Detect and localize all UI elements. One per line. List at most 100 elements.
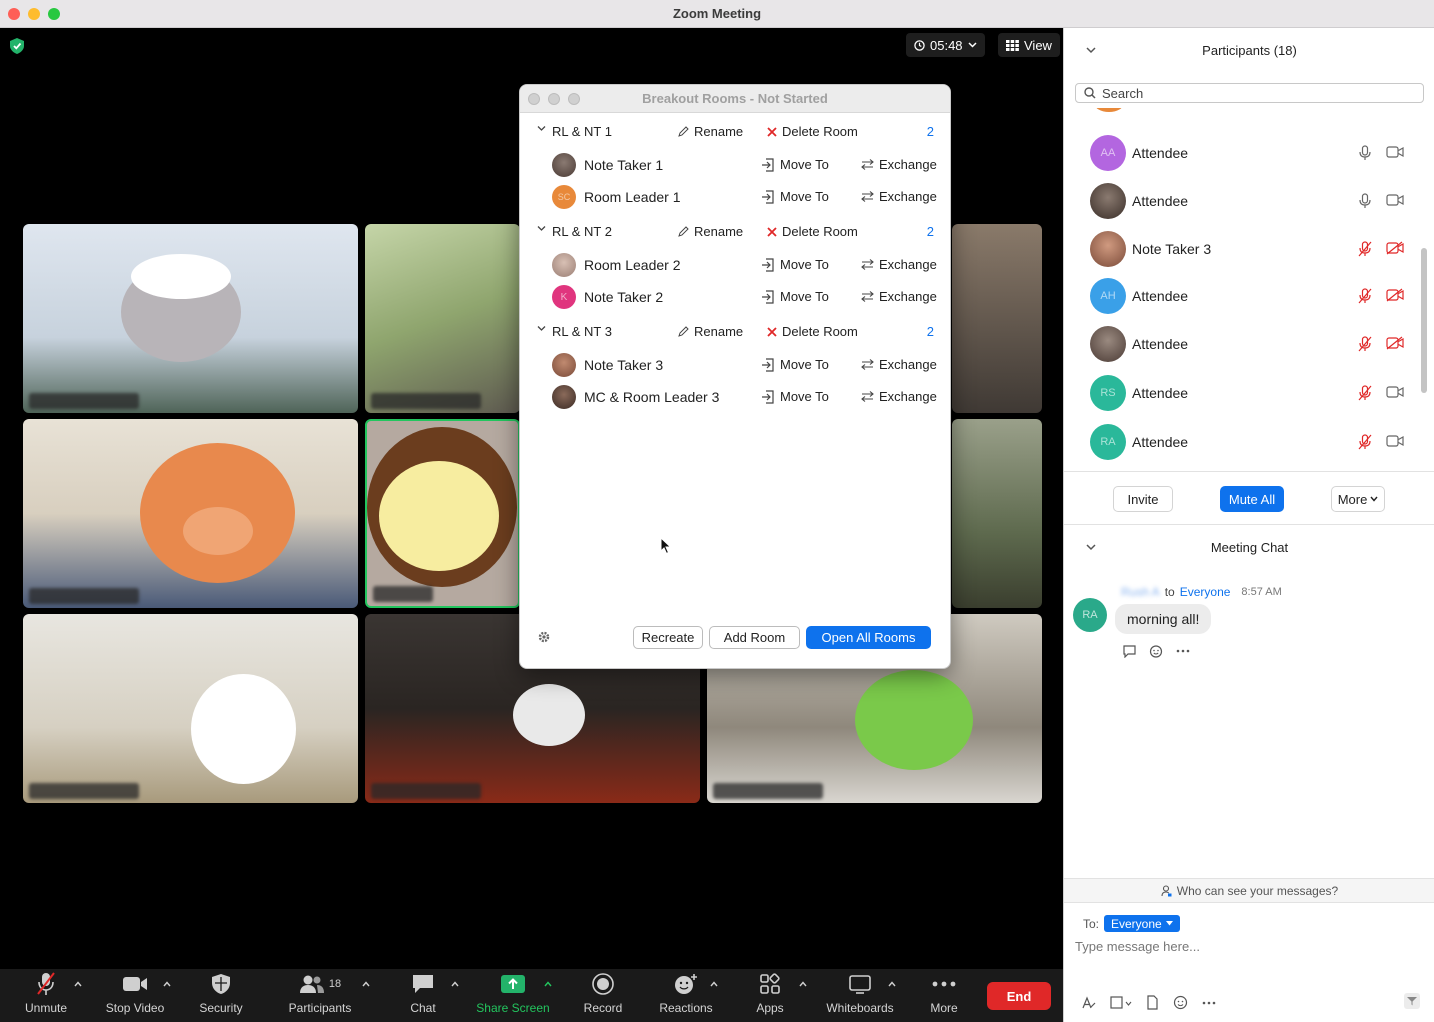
whiteboards-button[interactable]: Whiteboards: [822, 969, 898, 1022]
encryption-shield-icon[interactable]: [10, 38, 24, 54]
emoji-icon[interactable]: [1173, 995, 1188, 1010]
gear-icon[interactable]: [537, 630, 551, 644]
video-camera-off-icon[interactable]: [1386, 241, 1404, 255]
end-meeting-button[interactable]: End: [987, 982, 1051, 1010]
video-tile[interactable]: [952, 224, 1042, 413]
chevron-up-icon[interactable]: [362, 981, 370, 987]
exchange-button[interactable]: Exchange: [861, 157, 937, 172]
participant-row[interactable]: AA Attendee: [1064, 129, 1424, 177]
video-camera-icon[interactable]: [1386, 193, 1404, 207]
screenshot-icon[interactable]: [1110, 995, 1132, 1010]
microphone-muted-icon[interactable]: [1358, 288, 1372, 304]
chevron-up-icon[interactable]: [163, 981, 171, 987]
move-to-button[interactable]: Move To: [761, 357, 829, 372]
rename-room-button[interactable]: Rename: [678, 224, 743, 239]
format-text-icon[interactable]: [1081, 995, 1096, 1010]
share-screen-button[interactable]: Share Screen: [474, 969, 552, 1022]
video-tile[interactable]: [23, 419, 358, 608]
mute-all-button[interactable]: Mute All: [1220, 486, 1284, 512]
add-room-button[interactable]: Add Room: [709, 626, 800, 649]
chevron-down-icon[interactable]: [537, 224, 546, 233]
move-to-button[interactable]: Move To: [761, 289, 829, 304]
recreate-button[interactable]: Recreate: [633, 626, 703, 649]
chat-message-input[interactable]: Type message here...: [1075, 939, 1425, 961]
video-camera-icon[interactable]: [1386, 434, 1404, 448]
move-to-button[interactable]: Move To: [761, 257, 829, 272]
microphone-icon[interactable]: [1358, 145, 1372, 161]
add-reaction-icon[interactable]: [1149, 644, 1164, 658]
send-icon[interactable]: [1404, 993, 1420, 1009]
chevron-down-icon[interactable]: [537, 324, 546, 333]
delete-room-button[interactable]: Delete Room: [767, 324, 858, 339]
unmute-button[interactable]: Unmute: [22, 969, 70, 1022]
video-tile[interactable]: [365, 224, 520, 413]
participant-row[interactable]: AH Attendee: [1064, 272, 1424, 320]
move-to-button[interactable]: Move To: [761, 389, 829, 404]
microphone-icon[interactable]: [1358, 193, 1372, 209]
microphone-muted-icon[interactable]: [1358, 336, 1372, 352]
invite-button[interactable]: Invite: [1113, 486, 1173, 512]
participants-actions: Invite Mute All More: [1064, 471, 1434, 525]
participant-row[interactable]: RS Attendee: [1064, 369, 1424, 417]
rename-room-button[interactable]: Rename: [678, 124, 743, 139]
more-button[interactable]: More: [926, 969, 962, 1022]
chevron-up-icon[interactable]: [74, 981, 82, 987]
participant-row[interactable]: Attendee: [1064, 177, 1424, 225]
record-button[interactable]: Record: [580, 969, 626, 1022]
delete-room-button[interactable]: Delete Room: [767, 124, 858, 139]
record-icon: [592, 973, 614, 995]
video-camera-icon[interactable]: [1386, 385, 1404, 399]
who-can-see-messages-link[interactable]: Who can see your messages?: [1064, 878, 1434, 902]
chevron-down-icon[interactable]: [537, 124, 546, 133]
exchange-button[interactable]: Exchange: [861, 289, 937, 304]
chevron-up-icon[interactable]: [888, 981, 896, 987]
video-camera-icon[interactable]: [1386, 145, 1404, 159]
participants-scrollbar[interactable]: [1421, 248, 1427, 393]
move-to-button[interactable]: Move To: [761, 189, 829, 204]
breakout-room-header[interactable]: RL & NT 1 Rename Delete Room 2: [520, 115, 950, 147]
more-dots-icon[interactable]: [1202, 1001, 1216, 1005]
reply-icon[interactable]: [1122, 644, 1137, 658]
participants-more-button[interactable]: More: [1331, 486, 1385, 512]
exchange-button[interactable]: Exchange: [861, 257, 937, 272]
chevron-up-icon[interactable]: [710, 981, 718, 987]
view-button[interactable]: View: [998, 33, 1060, 57]
video-tile[interactable]: [952, 419, 1042, 608]
move-to-button[interactable]: Move To: [761, 157, 829, 172]
apps-button[interactable]: Apps: [752, 969, 788, 1022]
file-icon[interactable]: [1146, 995, 1159, 1010]
microphone-muted-icon[interactable]: [1358, 434, 1372, 450]
microphone-muted-icon[interactable]: [1358, 385, 1372, 401]
chevron-up-icon[interactable]: [799, 981, 807, 987]
video-camera-off-icon[interactable]: [1386, 288, 1404, 302]
active-speaker-video-tile[interactable]: [365, 419, 520, 608]
stop-video-button[interactable]: Stop Video: [101, 969, 169, 1022]
chat-recipient[interactable]: Everyone: [1180, 585, 1231, 599]
chevron-up-icon[interactable]: [451, 981, 459, 987]
chat-button[interactable]: Chat: [405, 969, 441, 1022]
participants-button[interactable]: 18 Participants: [284, 969, 356, 1022]
participant-row[interactable]: Note Taker 3: [1064, 225, 1424, 273]
chevron-up-icon[interactable]: [544, 981, 552, 987]
participant-row[interactable]: Attendee: [1064, 320, 1424, 368]
breakout-room-header[interactable]: RL & NT 3 Rename Delete Room 2: [520, 315, 950, 347]
video-tile[interactable]: [23, 614, 358, 803]
participants-search-input[interactable]: Search: [1075, 83, 1424, 103]
participant-row[interactable]: RA Attendee: [1064, 418, 1424, 466]
video-tile[interactable]: [23, 224, 358, 413]
exchange-button[interactable]: Exchange: [861, 189, 937, 204]
security-button[interactable]: Security: [196, 969, 246, 1022]
recipient-dropdown[interactable]: Everyone: [1104, 915, 1180, 932]
reactions-button[interactable]: Reactions: [656, 969, 716, 1022]
exchange-button[interactable]: Exchange: [861, 389, 937, 404]
delete-room-button[interactable]: Delete Room: [767, 224, 858, 239]
more-dots-icon[interactable]: [1176, 649, 1190, 653]
meeting-timer[interactable]: 05:48: [906, 33, 985, 57]
breakout-room-header[interactable]: RL & NT 2 Rename Delete Room 2: [520, 215, 950, 247]
chat-message-bubble[interactable]: morning all!: [1115, 604, 1212, 634]
microphone-muted-icon[interactable]: [1358, 241, 1372, 257]
rename-room-button[interactable]: Rename: [678, 324, 743, 339]
exchange-button[interactable]: Exchange: [861, 357, 937, 372]
open-all-rooms-button[interactable]: Open All Rooms: [806, 626, 931, 649]
video-camera-off-icon[interactable]: [1386, 336, 1404, 350]
